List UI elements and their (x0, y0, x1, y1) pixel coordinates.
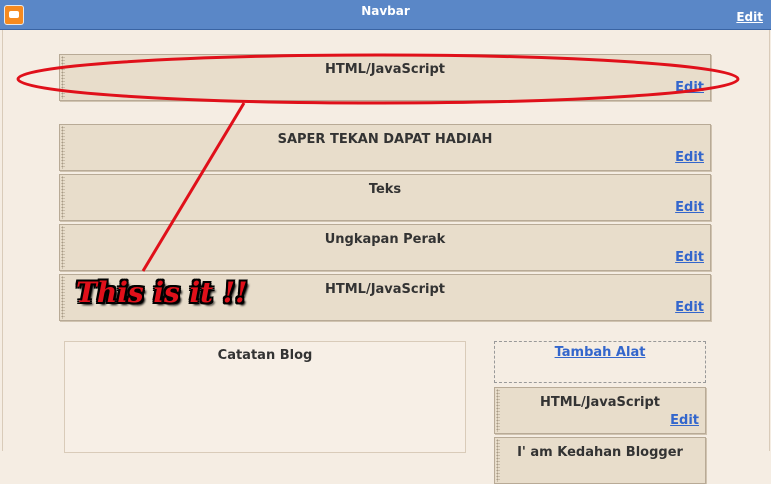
widget-title: Teks (368, 182, 402, 197)
widget-edit-link[interactable]: Edit (670, 413, 699, 428)
widget-title: HTML/JavaScript (324, 62, 446, 77)
add-gadget-link[interactable]: Tambah Alat (495, 345, 705, 360)
widget-edit-link[interactable]: Edit (675, 300, 704, 315)
widget-title: SAPER TEKAN DAPAT HADIAH (277, 132, 493, 147)
widget-edit-link[interactable]: Edit (675, 250, 704, 265)
widget-teks[interactable]: Teks Edit (59, 174, 711, 221)
widget-edit-link[interactable]: Edit (675, 200, 704, 215)
navbar-edit-link[interactable]: Edit (736, 10, 763, 24)
widget-edit-link[interactable]: Edit (675, 80, 704, 95)
widget-title: I' am Kedahan Blogger (517, 445, 683, 460)
widget-title: HTML/JavaScript (539, 395, 661, 410)
annotation-label: This is it !! (76, 276, 248, 309)
blog-posts-title: Catatan Blog (217, 348, 313, 363)
widget-html-javascript-top[interactable]: HTML/JavaScript Edit (59, 54, 711, 101)
navbar: Navbar Edit (0, 0, 771, 30)
blog-posts-panel[interactable]: Catatan Blog (64, 341, 466, 453)
sidebar-widget-html-javascript[interactable]: HTML/JavaScript Edit (494, 387, 706, 434)
sidebar-widget-kedahan-blogger[interactable]: I' am Kedahan Blogger (494, 437, 706, 484)
widget-saper-tekan[interactable]: SAPER TEKAN DAPAT HADIAH Edit (59, 124, 711, 171)
widget-title: Ungkapan Perak (324, 232, 446, 247)
widget-ungkapan-perak[interactable]: Ungkapan Perak Edit (59, 224, 711, 271)
navbar-title: Navbar (361, 4, 410, 18)
widget-edit-link[interactable]: Edit (675, 150, 704, 165)
add-gadget-box[interactable]: Tambah Alat (494, 341, 706, 383)
